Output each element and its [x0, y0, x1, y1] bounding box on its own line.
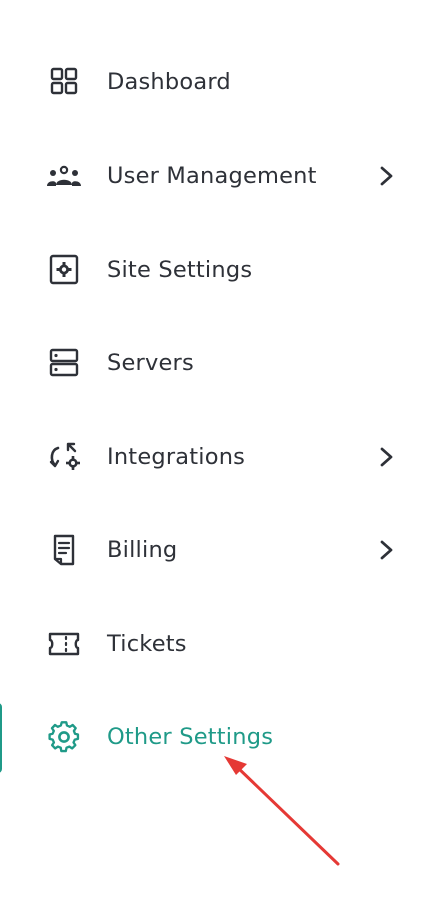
sidebar-item-site-settings[interactable]: Site Settings — [0, 240, 420, 300]
sidebar-item-tickets[interactable]: Tickets — [0, 614, 420, 674]
site-settings-icon — [47, 254, 81, 285]
sidebar-item-label: Billing — [107, 537, 178, 563]
dashboard-grid-icon — [47, 67, 81, 97]
sidebar-item-label: User Management — [107, 163, 317, 189]
chevron-right-icon[interactable] — [377, 445, 397, 469]
sidebar-item-integrations[interactable]: Integrations — [0, 427, 420, 487]
sidebar-item-label: Dashboard — [107, 69, 231, 95]
billing-document-icon — [47, 534, 81, 566]
ticket-icon — [47, 629, 81, 659]
users-group-icon — [47, 161, 81, 191]
sidebar-item-user-management[interactable]: User Management — [0, 146, 420, 206]
sidebar-item-servers[interactable]: Servers — [0, 333, 420, 393]
sidebar-item-label: Site Settings — [107, 257, 253, 283]
integrations-icon — [47, 442, 81, 472]
sidebar-item-label: Other Settings — [107, 724, 274, 750]
sidebar-item-label: Tickets — [107, 631, 187, 657]
sidebar-item-label: Servers — [107, 350, 194, 376]
server-icon — [47, 348, 81, 378]
sidebar-item-label: Integrations — [107, 444, 246, 470]
sidebar-item-other-settings[interactable]: Other Settings — [0, 707, 420, 767]
sidebar-item-billing[interactable]: Billing — [0, 520, 420, 580]
chevron-right-icon[interactable] — [377, 538, 397, 562]
chevron-right-icon[interactable] — [377, 164, 397, 188]
sidebar-item-dashboard[interactable]: Dashboard — [0, 52, 420, 112]
sidebar-nav: Dashboard User Management Site Settings … — [0, 0, 444, 914]
gear-icon — [47, 721, 81, 753]
